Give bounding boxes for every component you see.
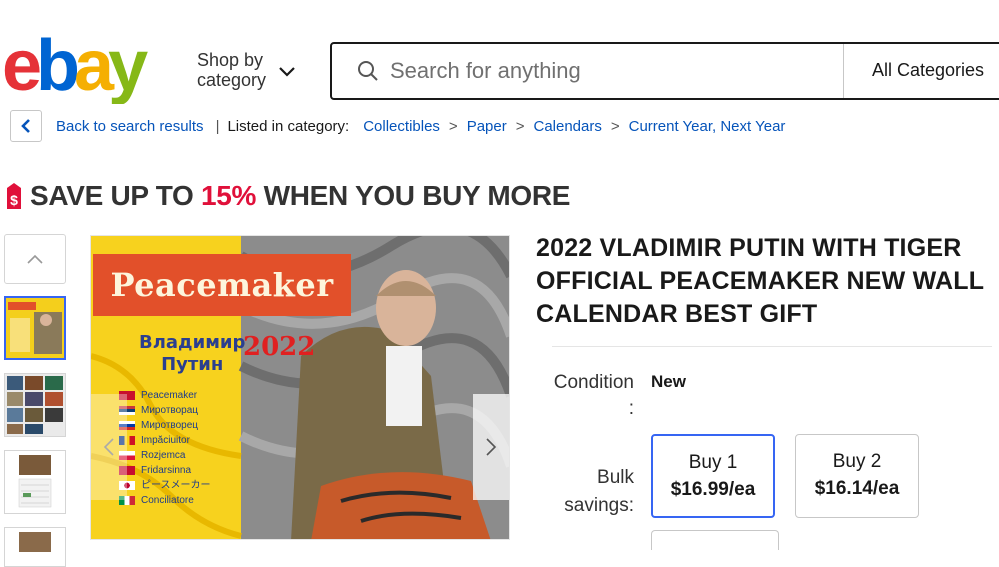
condition-label: Condition : [530, 370, 634, 422]
list-item: Fridarsinna [119, 463, 211, 478]
condition-label-text: Condition [553, 372, 634, 393]
thumbnail-2[interactable] [4, 373, 66, 437]
thumbnail-4[interactable] [4, 527, 66, 567]
search-divider [843, 44, 844, 98]
chevron-up-icon [27, 254, 43, 264]
calendar-year: 2022 [243, 332, 316, 362]
shop-by-line2: category [197, 70, 267, 90]
promo-suffix: WHEN YOU BUY MORE [256, 180, 571, 211]
image-next-button[interactable] [473, 394, 509, 500]
promo-percent: 15% [200, 180, 257, 211]
pipe-divider: | [215, 118, 220, 135]
language-label: Rozjemca [141, 450, 186, 461]
thumbnail-image [5, 451, 65, 513]
shop-by-line1: Shop by [197, 50, 264, 70]
language-list: Peacemaker Миротворац Миротворец Impăciu… [119, 388, 211, 508]
language-label: ピースメーカー [141, 480, 211, 491]
search-input[interactable] [390, 58, 830, 84]
bulk-qty: Buy 2 [832, 451, 882, 472]
list-item: Impăciuitor [119, 433, 211, 448]
bulk-price: $16.99/ea [670, 479, 756, 500]
breadcrumb-calendars[interactable]: Calendars [533, 118, 601, 135]
language-label: Impăciuitor [141, 435, 190, 446]
list-item: ピースメーカー [119, 478, 211, 493]
russian-name-line2: Путин [161, 354, 224, 375]
bulk-option-buy-more[interactable] [651, 530, 779, 550]
bulk-option-buy-1[interactable]: Buy 1 $16.99/ea [651, 434, 775, 518]
thumbnail-image [5, 374, 65, 436]
peacemaker-banner: Peacemaker [93, 254, 351, 316]
thumbnail-3[interactable] [4, 450, 66, 514]
language-label: Миротворац [141, 405, 199, 416]
language-label: Fridarsinna [141, 465, 192, 476]
divider [552, 346, 992, 347]
russian-name-line1: Владимир [139, 332, 246, 353]
main-product-image[interactable]: Peacemaker Владимир Путин 2022 Peacemake… [90, 235, 510, 540]
price-tag-icon: $ [7, 183, 21, 209]
chevron-right-icon [486, 438, 497, 456]
list-item: Миротворец [119, 418, 211, 433]
bulk-savings-label: Bulk savings: [530, 464, 634, 520]
shop-by-category-button[interactable]: Shop by category [197, 50, 298, 90]
breadcrumb-separator: > [448, 118, 458, 135]
search-bar: All Categories [330, 42, 999, 100]
russian-name: Владимир Путин [139, 332, 245, 376]
breadcrumb-current-year[interactable]: Current Year, Next Year [629, 118, 786, 135]
back-button[interactable] [10, 110, 42, 142]
peacemaker-title: Peacemaker [110, 266, 334, 304]
condition-colon: : [628, 398, 634, 419]
promo-prefix: SAVE UP TO [30, 180, 201, 211]
language-label: Peacemaker [141, 390, 198, 401]
list-item: Rozjemca [119, 448, 211, 463]
chevron-left-icon [103, 438, 114, 456]
listed-in-label: Listed in category: [227, 118, 350, 135]
list-item: Миротворац [119, 403, 211, 418]
breadcrumb-separator: > [610, 118, 620, 135]
list-item: Peacemaker [119, 388, 211, 403]
svg-text:$: $ [10, 192, 18, 208]
thumbnail-image [5, 528, 65, 566]
chevron-left-icon [21, 119, 30, 133]
thumbnail-1[interactable] [4, 296, 66, 360]
bulk-label-line1: Bulk [597, 467, 634, 488]
product-title: 2022 VLADIMIR PUTIN WITH TIGER OFFICIAL … [536, 234, 984, 328]
bulk-option-buy-2[interactable]: Buy 2 $16.14/ea [795, 434, 919, 518]
image-prev-button[interactable] [91, 394, 127, 500]
breadcrumb-collectibles[interactable]: Collectibles [363, 118, 440, 135]
list-item: Conciliatore [119, 493, 211, 508]
language-label: Миротворец [141, 420, 199, 431]
svg-text:ebay: ebay [2, 30, 148, 104]
ebay-logo[interactable]: ebay [2, 30, 168, 104]
breadcrumb: Back to search results | Listed in categ… [56, 118, 785, 135]
chevron-down-icon [279, 67, 295, 77]
condition-value: New [651, 372, 686, 391]
bulk-price: $16.14/ea [814, 478, 900, 499]
back-to-search-link[interactable]: Back to search results [56, 118, 204, 135]
breadcrumb-paper[interactable]: Paper [467, 118, 507, 135]
breadcrumb-separator: > [515, 118, 525, 135]
category-select[interactable]: All Categories [872, 60, 984, 81]
language-label: Conciliatore [141, 495, 194, 506]
bulk-label-line2: savings: [564, 495, 634, 516]
thumbnail-image [6, 298, 64, 358]
promo-banner: $ SAVE UP TO 15% WHEN YOU BUY MORE [4, 180, 570, 212]
search-icon [358, 61, 378, 81]
thumbnail-scroll-up-button[interactable] [4, 234, 66, 284]
bulk-qty: Buy 1 [688, 452, 738, 473]
